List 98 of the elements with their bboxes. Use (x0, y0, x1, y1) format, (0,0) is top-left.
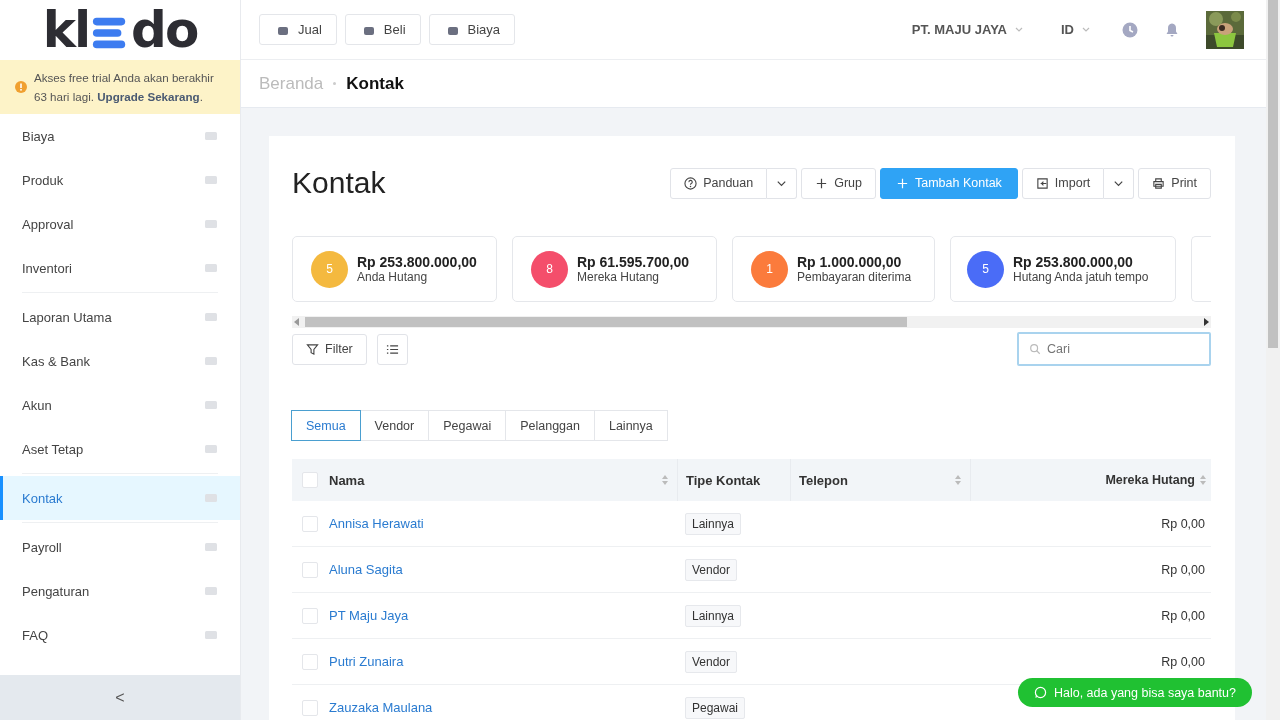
list-view-button[interactable] (376, 333, 408, 365)
row-checkbox[interactable] (302, 515, 318, 532)
clock-icon[interactable] (1122, 21, 1138, 38)
card-amount: Rp 1.000.000,00 (797, 254, 903, 270)
dropdown-button[interactable] (1104, 167, 1135, 199)
collapse-button[interactable]: < (0, 675, 240, 720)
count-badge: 8 (531, 250, 568, 288)
card-label: Anda Hutang (357, 270, 429, 284)
card-label: Hutang Anda jatuh tempo (1013, 270, 1149, 284)
contact-name-link[interactable]: Putri Zunaira (329, 654, 404, 669)
sidebar-item[interactable]: Kas & Bank (0, 339, 240, 383)
row-checkbox[interactable] (302, 699, 318, 716)
bell-icon[interactable] (1164, 21, 1180, 38)
column-header[interactable]: Nama (329, 472, 365, 488)
count-badge: 5 (967, 250, 1004, 288)
summary-card[interactable]: 5 Rp 253.800.000,00 Anda Hutang (292, 236, 497, 302)
contact-name-link[interactable]: PT Maju Jaya (329, 608, 409, 623)
contact-name-link[interactable]: Aluna Sagita (329, 562, 403, 577)
card-amount: Rp 61.595.700,00 (577, 254, 690, 270)
search-icon (1029, 343, 1041, 355)
column-header[interactable]: Telepon (799, 472, 848, 488)
sidebar-item[interactable]: Payroll (0, 525, 240, 569)
filter-button[interactable]: Filter (292, 333, 367, 365)
count-badge: 5 (311, 250, 348, 288)
row-checkbox[interactable] (302, 561, 318, 578)
sidebar-item[interactable]: FAQ (0, 613, 240, 657)
quick-action-button[interactable]: Biaya (428, 14, 516, 45)
filter-tab[interactable]: Vendor (359, 410, 430, 441)
sidebar-item[interactable]: Produk (0, 158, 240, 202)
sort-icon[interactable] (954, 474, 962, 486)
company-dropdown[interactable]: PT. MAJU JAYA (905, 21, 1029, 38)
warning-icon (15, 81, 27, 93)
sidebar-item[interactable]: Pengaturan (0, 569, 240, 613)
kledo-logo: kl do (41, 0, 199, 60)
contact-type-tag: Vendor (685, 650, 738, 673)
sidebar-item[interactable]: Aset Tetap (0, 427, 240, 471)
scroll-right-icon[interactable] (1203, 318, 1209, 326)
contact-type-tag: Vendor (685, 558, 738, 581)
whatsapp-icon (1033, 686, 1047, 699)
sidebar-item[interactable]: Laporan Utama (0, 295, 240, 339)
help-icon (684, 176, 698, 190)
count-badge: 1 (751, 250, 788, 288)
row-checkbox[interactable] (302, 607, 318, 624)
filter-tab[interactable]: Pelanggan (505, 410, 595, 441)
print-button[interactable]: Print (1138, 167, 1211, 199)
vertical-scrollbar[interactable] (1266, 0, 1280, 720)
filter-tab[interactable]: Lainnya (593, 410, 668, 441)
sidebar-item[interactable]: Biaya (0, 114, 240, 158)
plus-icon (815, 176, 829, 190)
plus-icon (896, 176, 909, 190)
quick-action-button[interactable]: Beli (344, 14, 421, 45)
card-amount: Rp 253.800.000,00 (357, 254, 477, 270)
sidebar-item[interactable]: Akun (0, 383, 240, 427)
card-label: Mereka Hutang (577, 270, 661, 284)
quick-action-button[interactable]: Jual (259, 14, 337, 45)
summary-card[interactable]: 8 Rp 61.595.700,00 Mereka Hutang (512, 236, 717, 302)
sort-icon[interactable] (1199, 474, 1207, 486)
filter-tab[interactable]: Semua (291, 410, 361, 441)
page-title: Kontak (292, 166, 386, 200)
column-header[interactable]: Tipe Kontak (686, 472, 761, 488)
sidebar-item[interactable]: Kontak (0, 476, 240, 520)
language-dropdown[interactable]: ID (1055, 21, 1096, 38)
contact-type-tag: Lainnya (685, 604, 742, 627)
box-icon (204, 173, 218, 187)
import-button[interactable]: Import (1021, 167, 1105, 199)
summary-card[interactable]: 5 Rp 253.800.000,00 Hutang Anda jatuh tempo (950, 236, 1176, 302)
breadcrumb-current: Kontak (346, 73, 404, 94)
amount-cell: Rp 0,00 (1161, 516, 1205, 531)
column-header[interactable]: Mereka Hutang (1105, 473, 1195, 487)
sidebar-item[interactable]: Approval (0, 202, 240, 246)
dropdown-button[interactable] (767, 167, 798, 199)
sidebar-item[interactable]: Inventori (0, 246, 240, 290)
scroll-left-icon[interactable] (294, 318, 300, 326)
amount-cell: Rp 0,00 (1161, 654, 1205, 669)
summary-card[interactable]: 1 Rp 1.000.000,00 Pembayaran diterima (732, 236, 935, 302)
printer-icon (1152, 176, 1166, 190)
group-button[interactable]: Grup (801, 167, 876, 199)
contact-type-tag: Pegawai (685, 696, 746, 719)
import-icon (1035, 176, 1049, 190)
horizontal-scrollbar[interactable] (292, 316, 1211, 328)
guide-button[interactable]: Panduan (670, 167, 768, 199)
card-icon (204, 129, 218, 143)
caret-icon (1082, 27, 1090, 32)
contact-name-link[interactable]: Zauzaka Maulana (329, 700, 433, 715)
card-amount: Rp 253.800.000,00 (1013, 254, 1134, 270)
card-label: Pembayaran diterima (797, 270, 912, 284)
search-field[interactable]: Cari (1017, 332, 1211, 366)
trial-message: Akses free trial Anda akan berakhir 63 hari lagi. Upgrade Sekarang. (34, 70, 215, 105)
contact-name-link[interactable]: Annisa Herawati (329, 516, 424, 531)
amount-cell: Rp 0,00 (1161, 562, 1205, 577)
row-checkbox[interactable] (302, 653, 318, 670)
amount-cell: Rp 0,00 (1161, 608, 1205, 623)
sort-icon[interactable] (661, 474, 669, 486)
filter-tab[interactable]: Pegawai (428, 410, 507, 441)
caret-icon (1015, 27, 1023, 32)
filter-icon (306, 342, 319, 356)
contact-type-tag: Lainnya (685, 512, 742, 535)
select-all-checkbox[interactable] (302, 472, 318, 488)
